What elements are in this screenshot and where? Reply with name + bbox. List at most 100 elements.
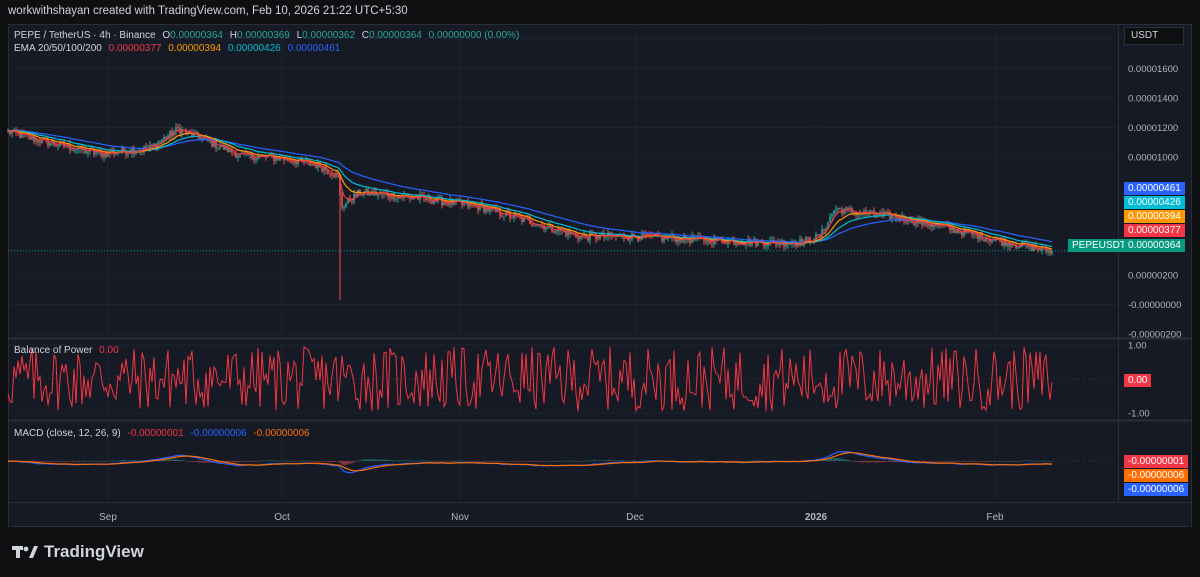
- macd-hist-bar: [347, 461, 349, 465]
- macd-hist-bar: [39, 461, 41, 462]
- candle-body: [95, 152, 97, 155]
- macd-hist-bar: [89, 460, 91, 462]
- macd-hist-bar: [965, 461, 967, 462]
- macd-hist-bar: [543, 461, 545, 462]
- candle-body: [723, 242, 725, 244]
- macd-hist-bar: [185, 460, 187, 462]
- ema-label[interactable]: EMA 20/50/100/200: [14, 43, 102, 54]
- candle-body: [839, 207, 841, 210]
- candle-body: [537, 225, 539, 227]
- macd-hist-bar: [873, 461, 875, 463]
- macd-hist-bar: [367, 459, 369, 461]
- macd-hist-bar: [943, 461, 945, 462]
- high-value: 0.00000369: [236, 30, 290, 41]
- macd-hist-bar: [1033, 460, 1035, 462]
- macd-hist-bar: [883, 461, 885, 463]
- macd-hist-bar: [887, 461, 889, 462]
- macd-hist-bar: [397, 460, 399, 462]
- currency-selector[interactable]: USDT: [1124, 27, 1184, 45]
- macd-hist-bar: [925, 461, 927, 462]
- ema100-value: 0.00000426: [227, 43, 281, 54]
- macd-hist-bar: [577, 461, 579, 462]
- macd-hist-bar: [987, 461, 989, 462]
- macd-hist-bar: [459, 460, 461, 462]
- macd-hist-bar: [199, 461, 201, 463]
- macd-hist-bar: [311, 461, 313, 462]
- ema50-value: 0.00000394: [168, 43, 222, 54]
- macd-hist-bar: [843, 459, 845, 461]
- candle-body: [897, 217, 899, 219]
- macd-hist-bar: [287, 460, 289, 462]
- macd-hist-bar: [45, 461, 47, 462]
- macd-hist-bar: [427, 460, 429, 462]
- ema20-line: [7, 129, 1053, 252]
- macd-hist-bar: [885, 461, 887, 462]
- candle-body: [55, 144, 57, 146]
- tradingview-logo[interactable]: TradingView: [12, 541, 144, 563]
- time-axis-label: Nov: [451, 512, 469, 523]
- ema100-tag: 0.00000426: [1124, 196, 1185, 209]
- macd-hist-bar: [973, 461, 975, 462]
- macd-hist-bar: [323, 461, 325, 462]
- macd-hist-bar: [567, 460, 569, 462]
- macd-hist-bar: [491, 461, 493, 462]
- bop-label[interactable]: Balance of Power: [14, 345, 92, 356]
- macd-hist-bar: [481, 461, 483, 462]
- macd-hist-bar: [43, 461, 45, 462]
- macd-hist-bar: [457, 460, 459, 462]
- macd-hist-bar: [747, 460, 749, 462]
- macd-hist-bar: [313, 461, 315, 462]
- macd-hist-bar: [361, 460, 363, 461]
- macd-hist-bar: [499, 461, 501, 462]
- ema50-line: [7, 129, 1053, 250]
- symbol-label[interactable]: PEPE / TetherUS · 4h · Binance: [14, 30, 156, 41]
- footer: [0, 527, 1200, 577]
- macd-hist-bar: [289, 460, 291, 462]
- price-axis-label: 0.00001000: [1128, 152, 1178, 163]
- macd-hist-bar: [317, 461, 319, 462]
- macd-hist-bar: [601, 460, 603, 461]
- candle-body: [1017, 247, 1019, 249]
- macd-hist-bar: [599, 460, 601, 462]
- candle-body: [49, 143, 51, 146]
- macd-hist-bar: [857, 461, 859, 463]
- candle-body: [463, 203, 465, 205]
- macd-hist-bar: [501, 461, 503, 462]
- candle-body: [725, 243, 727, 245]
- candle-body: [71, 149, 73, 151]
- macd-hist-bar: [623, 460, 625, 462]
- macd-hist-bar: [555, 461, 557, 462]
- macd-hist-bar: [953, 461, 955, 462]
- candle-body: [163, 137, 165, 140]
- macd-hist-bar: [455, 460, 457, 462]
- candle-body: [343, 207, 345, 208]
- macd-hist-bar: [183, 460, 185, 461]
- candles-group: [7, 123, 1053, 301]
- macd-hist-bar: [441, 461, 443, 462]
- macd-hist-bar: [1031, 460, 1033, 462]
- macd-hist-bar: [205, 461, 207, 463]
- macd-hist-bar: [51, 461, 53, 462]
- macd-hist-bar: [63, 461, 65, 462]
- macd-signal-tag: -0.00000006: [1124, 469, 1189, 482]
- macd-hist-bar: [341, 461, 343, 465]
- macd-hist-bar: [369, 459, 371, 461]
- macd-hist-bar: [319, 461, 321, 462]
- bop-axis-label: -1.00: [1128, 409, 1150, 420]
- chart-canvas[interactable]: 0.000018000.000016000.000014000.00001200…: [0, 0, 1200, 577]
- candle-body: [511, 217, 513, 219]
- macd-hist-bar: [551, 461, 553, 462]
- macd-hist-bar: [377, 459, 379, 461]
- macd-hist-bar: [291, 461, 293, 462]
- macd-hist-bar: [297, 461, 299, 462]
- macd-hist-bar: [977, 461, 979, 462]
- macd-hist-bar: [591, 460, 593, 461]
- macd-hist-bar: [935, 461, 937, 462]
- macd-label[interactable]: MACD (close, 12, 26, 9): [14, 428, 121, 439]
- macd-hist-bar: [431, 461, 433, 462]
- macd-hist-bar: [79, 460, 81, 462]
- candle-body: [65, 146, 67, 148]
- macd-hist-bar: [637, 461, 639, 462]
- macd-hist-bar: [47, 461, 49, 462]
- macd-hist-bar: [75, 461, 77, 462]
